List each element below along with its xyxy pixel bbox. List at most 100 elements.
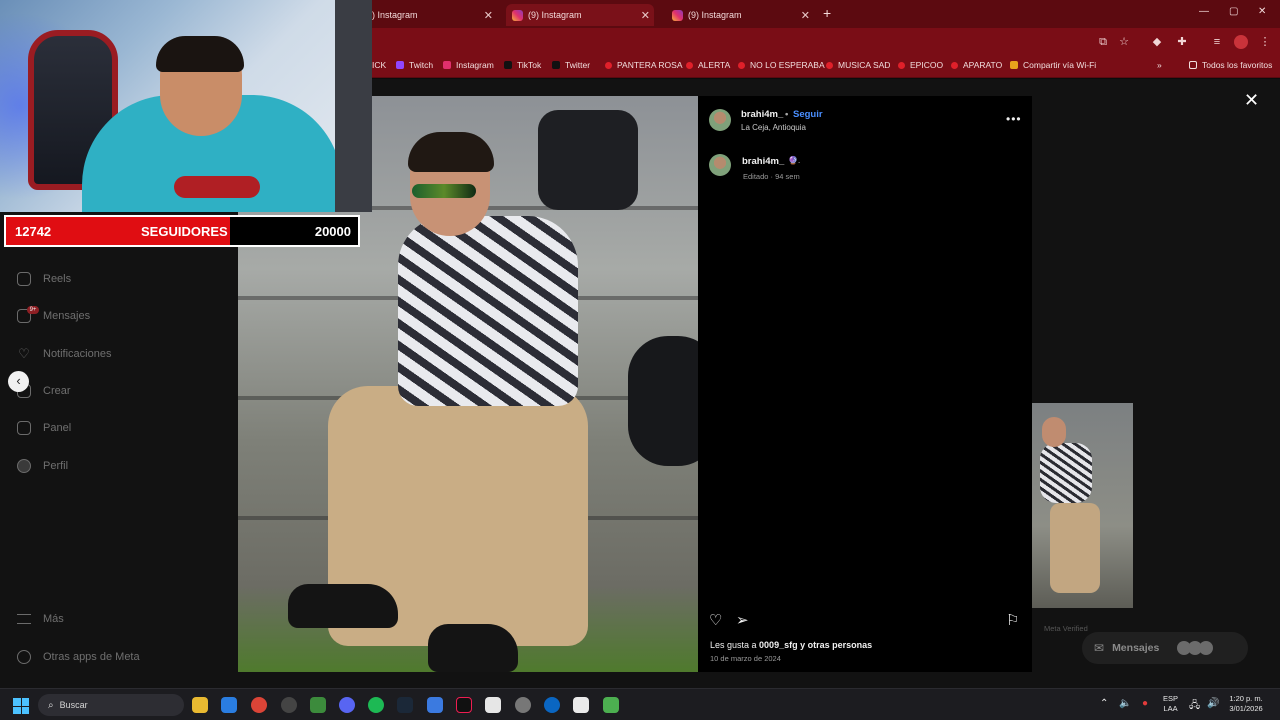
input-language[interactable]: ESP LAA (1163, 694, 1178, 714)
bookmark-wifi-share[interactable]: Compartir vía Wi-Fi (1010, 60, 1096, 70)
install-app-icon[interactable]: ⧉ (1096, 35, 1110, 49)
profile-avatar-icon[interactable] (1234, 35, 1248, 49)
network-icon[interactable]: 🖧 (1189, 698, 1200, 715)
taskbar-search[interactable]: ⌕ Buscar (38, 694, 184, 716)
tiktok-icon (504, 61, 512, 69)
author-avatar[interactable] (709, 109, 731, 131)
bookmarks-overflow-icon[interactable]: » (1157, 60, 1162, 70)
close-tab-icon[interactable]: ✕ (641, 9, 650, 22)
file-explorer-icon[interactable] (192, 697, 208, 713)
person-head (1042, 417, 1066, 447)
sidebar-item-meta-apps[interactable]: Otras apps de Meta (17, 650, 140, 664)
more-options-icon[interactable]: ••• (1006, 112, 1022, 126)
caption-username[interactable]: brahi4m_ (742, 156, 784, 167)
windows-start-icon[interactable] (13, 698, 29, 714)
sidebar-item-dashboard[interactable]: Panel (17, 421, 71, 435)
speaker-icon[interactable]: 🔈 (1119, 698, 1131, 709)
bookmark-tiktok[interactable]: TikTok (504, 60, 541, 70)
new-tab-button[interactable]: + (823, 5, 831, 21)
minecraft-launcher-icon[interactable] (310, 697, 326, 713)
likes-summary[interactable]: Les gusta a 0009_sfg y otras personas (710, 640, 872, 650)
chevron-up-icon[interactable]: ⌃ (1100, 698, 1108, 709)
close-tab-icon[interactable]: ✕ (801, 9, 810, 22)
close-tab-icon[interactable]: ✕ (484, 9, 493, 22)
capcut-icon[interactable] (573, 697, 589, 713)
microphone-icon[interactable]: ● (1142, 698, 1148, 709)
extension-diamond-icon[interactable]: ◆ (1150, 35, 1164, 49)
save-bookmark-icon[interactable]: ⚐ (1006, 611, 1019, 629)
follow-button[interactable]: Seguir (793, 109, 823, 120)
bookmark-twitch[interactable]: Twitch (396, 60, 433, 70)
tab-title: ) Instagram (372, 10, 418, 20)
sidebar-item-reels[interactable]: Reels (17, 272, 71, 286)
menu-kebab-icon[interactable]: ⋮ (1258, 35, 1272, 49)
follower-goal-bar: 12742 SEGUIDORES 20000 (4, 215, 360, 247)
bookmark-epicoo[interactable]: EPICOO (898, 60, 943, 70)
sidebar-item-notifications[interactable]: ♡ Notificaciones (17, 347, 111, 361)
dashboard-icon (17, 421, 31, 435)
clock[interactable]: 1:20 p. m. 3/01/2026 (1226, 694, 1266, 714)
like-heart-icon[interactable]: ♡ (709, 611, 722, 629)
sidebar-item-more[interactable]: Más (17, 613, 64, 625)
youtube-icon (898, 61, 905, 69)
media-controls-icon[interactable]: ≡ (1210, 35, 1224, 49)
bookmark-twitter[interactable]: Twitter (552, 60, 590, 70)
likes-user[interactable]: 0009_sfg (759, 640, 798, 650)
browser-tab-active[interactable]: (9) Instagram ✕ (506, 4, 654, 26)
messages-dock[interactable]: ✉ Mensajes (1082, 632, 1248, 664)
store-icon[interactable] (221, 697, 237, 713)
backpack (628, 336, 698, 466)
all-bookmarks-folder[interactable]: Todos los favoritos (1189, 60, 1272, 70)
bookmark-alerta[interactable]: ALERTA (686, 60, 730, 70)
share-send-icon[interactable]: ➢ (736, 611, 749, 629)
settings-gear-icon[interactable] (515, 697, 531, 713)
browser-tab[interactable]: (9) Instagram ✕ (666, 4, 814, 26)
bookmark-no-lo-esperaba[interactable]: NO LO ESPERABA (738, 60, 825, 70)
warning-icon (1010, 61, 1018, 69)
star-icon[interactable]: ☆ (1117, 35, 1131, 49)
volume-icon[interactable]: 🔊 (1207, 698, 1219, 709)
spotify-icon[interactable] (368, 697, 384, 713)
reels-icon (17, 272, 31, 286)
windows-taskbar: ⌕ Buscar ⌃ 🔈 ● ESP LAA 🖧 🔊 1:20 p. m. 3/… (0, 688, 1280, 720)
youtube-icon (605, 61, 612, 69)
bookmark-instagram[interactable]: Instagram (443, 60, 494, 70)
minecraft-icon[interactable] (603, 697, 619, 713)
bookmark[interactable]: ICK (372, 60, 386, 70)
shoe (428, 624, 518, 672)
bookmark-musica-sad[interactable]: MUSICA SAD (826, 60, 890, 70)
bookmark-aparato[interactable]: APARATO (951, 60, 1002, 70)
app-icon[interactable] (427, 697, 443, 713)
search-icon: ⌕ (48, 699, 54, 711)
discord-icon[interactable] (339, 697, 355, 713)
previous-post-button[interactable]: ‹ (8, 371, 29, 392)
caption-text: 🔮. (788, 156, 801, 165)
close-modal-icon[interactable]: ✕ (1244, 90, 1259, 111)
notepad-icon[interactable] (485, 697, 501, 713)
chrome-icon[interactable] (251, 697, 267, 713)
youtube-icon (951, 61, 958, 69)
obs-icon[interactable] (281, 697, 297, 713)
steam-icon[interactable] (397, 697, 413, 713)
streamer-hair (156, 36, 244, 72)
post-location[interactable]: La Ceja, Antioquia (741, 123, 806, 132)
caption-avatar[interactable] (709, 154, 731, 176)
hamburger-icon (17, 614, 31, 624)
sidebar-item-profile[interactable]: Perfil (17, 459, 68, 473)
twitch-icon (396, 61, 404, 69)
microphone (174, 176, 260, 198)
followers-current: 12742 (15, 224, 52, 239)
tiktok-icon[interactable] (456, 697, 472, 713)
close-window-button[interactable]: ✕ (1258, 6, 1266, 17)
post-date[interactable]: 10 de marzo de 2024 (710, 654, 781, 663)
edge-app-icon[interactable] (544, 697, 560, 713)
bookmark-pantera-rosa[interactable]: PANTERA ROSA (605, 60, 683, 70)
minimize-button[interactable]: — (1199, 6, 1209, 17)
maximize-button[interactable]: ▢ (1229, 6, 1238, 17)
screen: ) Instagram ✕ (9) Instagram ✕ (9) Instag… (0, 0, 1280, 720)
shoe (288, 584, 398, 628)
person-hair (408, 132, 494, 172)
author-username[interactable]: brahi4m_ (741, 109, 783, 120)
browser-tab[interactable]: ) Instagram ✕ (372, 4, 497, 26)
extensions-puzzle-icon[interactable]: ✚ (1175, 35, 1189, 49)
